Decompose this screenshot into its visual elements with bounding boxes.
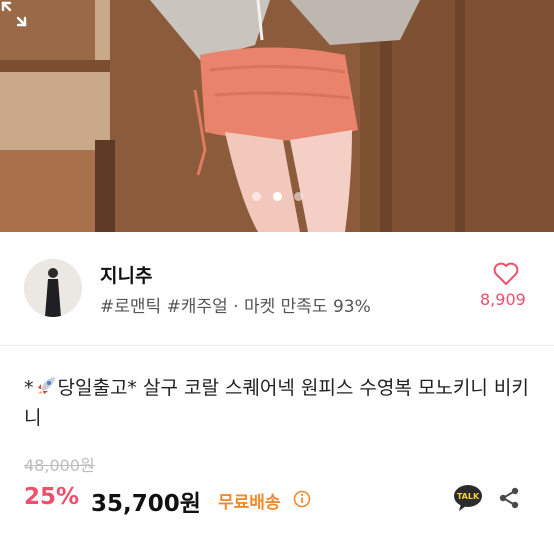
gallery-dot-active[interactable] [272,192,282,201]
sale-price: 35,700원 [91,491,201,517]
divider [0,345,554,346]
like-count: 8,909 [480,290,526,309]
expand-icon[interactable] [0,0,28,28]
product-image-gallery[interactable] [0,0,554,232]
gallery-dot[interactable] [251,192,261,201]
talk-label: TALK [457,492,480,501]
product-title: * 당일출고* 살구 코랄 스퀘어넥 원피스 수영복 모노키니 비키니 [24,373,544,433]
free-shipping-label: 무료배송 [218,493,281,513]
gallery-pagination[interactable] [0,192,554,201]
heart-icon[interactable] [493,262,519,286]
talk-icon[interactable]: TALK [453,484,483,512]
title-text: 당일출고* 살구 코랄 스퀘어넥 원피스 수영복 모노키니 비키니 [24,377,529,429]
info-icon[interactable] [293,490,311,508]
seller-name[interactable]: 지니추 [100,261,152,288]
seller-tags: #로맨틱 #캐주얼 · 마켓 만족도 93% [100,297,371,317]
original-price: 48,000원 [24,456,95,475]
discount-rate: 25% [24,484,80,510]
rocket-icon [37,377,55,394]
title-prefix: * [24,377,34,399]
gallery-dot[interactable] [293,192,303,201]
seller-avatar[interactable] [24,259,82,317]
share-icon[interactable] [497,486,521,510]
